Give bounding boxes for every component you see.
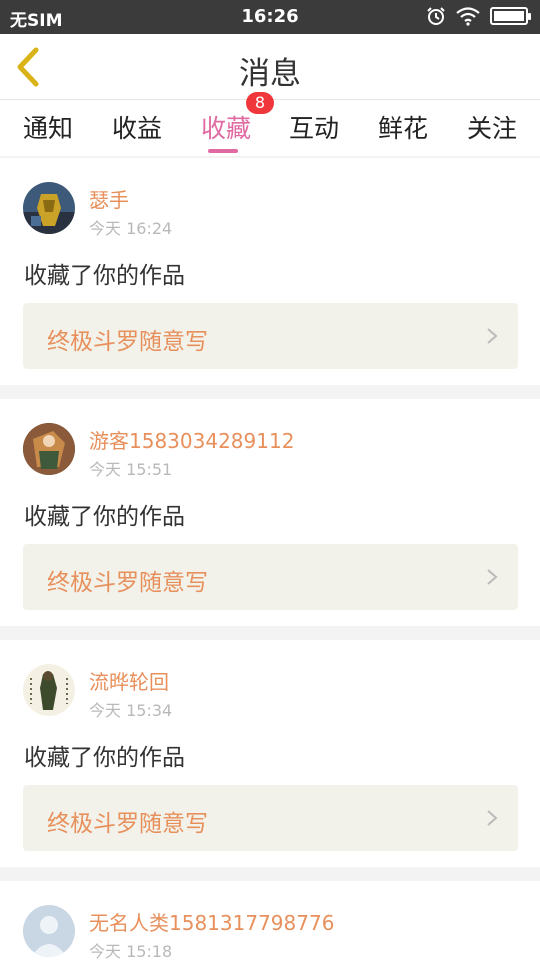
tab-favorites-label: 收藏: [200, 114, 251, 143]
battery-level: [494, 11, 524, 21]
tab-flowers[interactable]: 鲜花: [363, 109, 443, 145]
work-title: 终极斗罗随意写: [47, 329, 208, 355]
tab-interaction[interactable]: 互动: [274, 109, 354, 145]
alarm-icon: [427, 7, 445, 25]
nav-bar: 消息: [0, 34, 540, 100]
message-time: 今天 15:34: [89, 701, 173, 720]
user-avatar[interactable]: [23, 182, 75, 234]
chevron-right-icon: [487, 810, 498, 826]
tab-bar: 通知 收益 收藏 互动 鲜花 关注 8: [0, 92, 540, 156]
work-link[interactable]: 终极斗罗随意写: [23, 785, 518, 851]
battery-icon: [490, 7, 531, 25]
chevron-right-icon: [487, 569, 498, 585]
unread-badge: 8: [246, 92, 274, 114]
work-link[interactable]: 终极斗罗随意写: [23, 303, 518, 369]
action-text: 收藏了你的作品: [24, 745, 185, 771]
tab-notice[interactable]: 通知: [8, 109, 88, 145]
message-time: 今天 15:18: [89, 942, 173, 960]
message-card: 流晔轮回 今天 15:34 收藏了你的作品 终极斗罗随意写: [0, 640, 540, 867]
username[interactable]: 无名人类1581317798776: [89, 907, 334, 936]
tab-follow[interactable]: 关注: [452, 109, 532, 145]
wifi-icon: [456, 7, 480, 26]
tab-favorites[interactable]: 收藏: [186, 109, 266, 153]
message-card: 瑟手 今天 16:24 收藏了你的作品 终极斗罗随意写: [0, 158, 540, 385]
message-card: 无名人类1581317798776 今天 15:18: [0, 881, 540, 960]
chevron-right-icon: [487, 328, 498, 344]
message-time: 今天 16:24: [89, 219, 173, 238]
message-time: 今天 15:51: [89, 460, 173, 479]
username[interactable]: 瑟手: [89, 184, 129, 213]
action-text: 收藏了你的作品: [24, 504, 185, 530]
action-text: 收藏了你的作品: [24, 263, 185, 289]
work-link[interactable]: 终极斗罗随意写: [23, 544, 518, 610]
user-avatar[interactable]: [23, 664, 75, 716]
work-title: 终极斗罗随意写: [47, 811, 208, 837]
active-tab-indicator: [208, 149, 238, 153]
username[interactable]: 流晔轮回: [89, 666, 169, 695]
username[interactable]: 游客1583034289112: [89, 425, 294, 454]
page-title: 消息: [239, 56, 301, 92]
status-icons: [426, 6, 531, 26]
default-avatar-icon[interactable]: [23, 905, 75, 957]
work-title: 终极斗罗随意写: [47, 570, 208, 596]
status-bar: 无SIM 16:26: [0, 0, 540, 34]
message-card: 游客1583034289112 今天 15:51 收藏了你的作品 终极斗罗随意写: [0, 399, 540, 626]
tab-earnings[interactable]: 收益: [97, 109, 177, 145]
user-avatar[interactable]: [23, 423, 75, 475]
